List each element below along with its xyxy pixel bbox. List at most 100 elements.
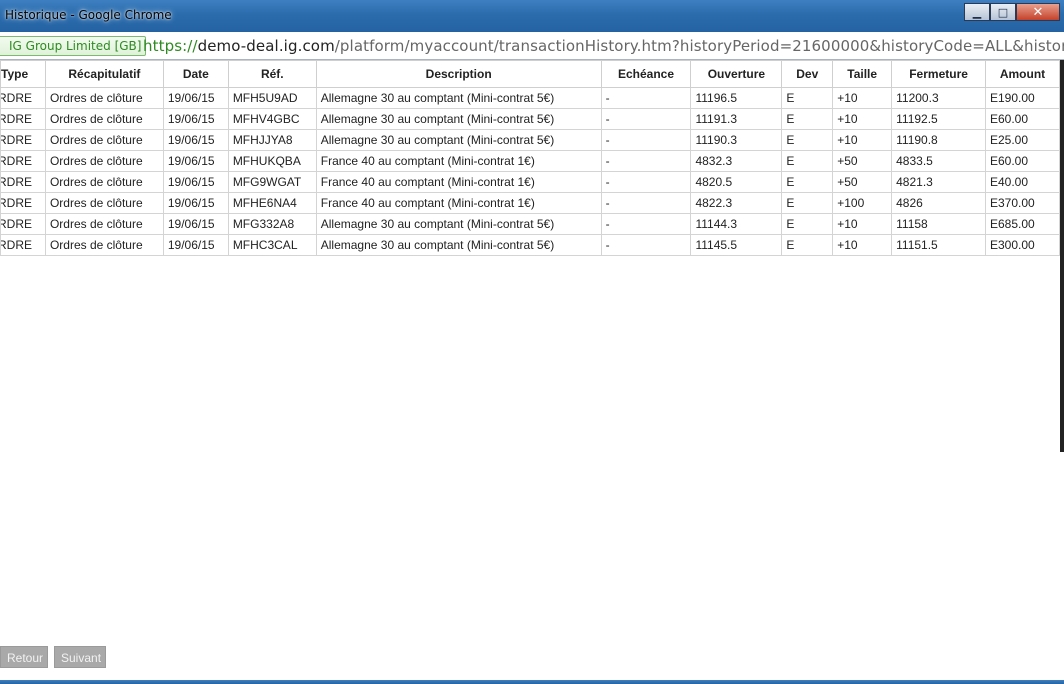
- cell-date: 19/06/15: [162, 87, 229, 109]
- window-edge: [1060, 60, 1064, 452]
- cell-taille: +100: [832, 192, 893, 214]
- cell-amount: E300.00: [985, 234, 1060, 256]
- cell-echeance: -: [600, 192, 692, 214]
- cell-fermeture: 11200.3: [891, 87, 986, 109]
- cell-ref: MFH5U9AD: [227, 87, 317, 109]
- cell-taille: +10: [832, 129, 893, 151]
- cell-echeance: -: [600, 234, 692, 256]
- table-row[interactable]: RDRE Ordres de clôture 19/06/15 MFHV4GBC All…: [0, 108, 1060, 130]
- column-header-amount: Amount: [985, 60, 1060, 88]
- url-path: /platform/myaccount/transactionHistory.h…: [334, 37, 1064, 55]
- cell-dev: E: [781, 87, 834, 109]
- column-header-fermeture: Fermeture: [891, 60, 986, 88]
- cell-type: RDRE: [0, 192, 46, 214]
- table-row[interactable]: RDRE Ordres de clôture 19/06/15 MFH5U9AD All…: [0, 87, 1060, 109]
- table-row[interactable]: RDRE Ordres de clôture 19/06/15 MFHUKQBA Fra…: [0, 150, 1060, 172]
- cell-fermeture: 11190.8: [891, 129, 986, 151]
- cell-type: RDRE: [0, 150, 46, 172]
- window-bottom-border: [0, 680, 1064, 684]
- cell-taille: +10: [832, 87, 893, 109]
- cell-ouverture: 4820.5: [690, 171, 783, 193]
- column-header-ouverture: Ouverture: [690, 60, 783, 88]
- cell-description: Allemagne 30 au comptant (Mini-contrat 5…: [315, 234, 602, 256]
- cell-dev: E: [781, 171, 834, 193]
- cell-fermeture: 11158: [891, 213, 986, 235]
- column-header-ref: Réf.: [227, 60, 317, 88]
- column-header-description: Description: [315, 60, 602, 88]
- cell-description: Allemagne 30 au comptant (Mini-contrat 5…: [315, 87, 602, 109]
- ev-certificate-badge[interactable]: IG Group Limited [GB]: [0, 36, 147, 56]
- cell-ouverture: 11144.3: [690, 213, 783, 235]
- column-header-type: Type: [0, 60, 46, 88]
- transaction-history-table: Type Récapitulatif Date Réf. Description Eché…: [0, 60, 1060, 256]
- cell-taille: +10: [832, 213, 893, 235]
- cell-taille: +50: [832, 150, 893, 172]
- cell-ouverture: 4822.3: [690, 192, 783, 214]
- cell-description: Allemagne 30 au comptant (Mini-contrat 5…: [315, 129, 602, 151]
- column-header-date: Date: [162, 60, 229, 88]
- cell-ouverture: 11191.3: [690, 108, 783, 130]
- cell-ouverture: 4832.3: [690, 150, 783, 172]
- cell-echeance: -: [600, 108, 692, 130]
- cell-amount: E190.00: [985, 87, 1060, 109]
- cell-dev: E: [781, 213, 834, 235]
- cell-recapitulatif: Ordres de clôture: [44, 129, 164, 151]
- window-titlebar[interactable]: Historique - Google Chrome ▁ □ ✕: [0, 0, 1064, 32]
- table-row[interactable]: RDRE Ordres de clôture 19/06/15 MFHE6NA4 Fra…: [0, 192, 1060, 214]
- transaction-history-table-wrap: Type Récapitulatif Date Réf. Description Eché…: [0, 60, 1060, 256]
- cell-ref: MFHV4GBC: [227, 108, 317, 130]
- cell-date: 19/06/15: [162, 108, 229, 130]
- table-row[interactable]: RDRE Ordres de clôture 19/06/15 MFHC3CAL All…: [0, 234, 1060, 256]
- cell-ouverture: 11196.5: [690, 87, 783, 109]
- cell-date: 19/06/15: [162, 129, 229, 151]
- cell-ref: MFHE6NA4: [227, 192, 317, 214]
- cell-date: 19/06/15: [162, 192, 229, 214]
- cell-fermeture: 4826: [891, 192, 986, 214]
- cell-dev: E: [781, 129, 834, 151]
- cell-echeance: -: [600, 150, 692, 172]
- minimize-button[interactable]: ▁: [964, 3, 990, 21]
- cell-ref: MFHUKQBA: [227, 150, 317, 172]
- cell-ouverture: 11145.5: [690, 234, 783, 256]
- cell-dev: E: [781, 150, 834, 172]
- cell-type: RDRE: [0, 87, 46, 109]
- cell-amount: E685.00: [985, 213, 1060, 235]
- cell-description: Allemagne 30 au comptant (Mini-contrat 5…: [315, 108, 602, 130]
- cell-amount: E60.00: [985, 150, 1060, 172]
- cell-type: RDRE: [0, 213, 46, 235]
- cell-date: 19/06/15: [162, 150, 229, 172]
- close-button[interactable]: ✕: [1016, 3, 1060, 21]
- cell-amount: E370.00: [985, 192, 1060, 214]
- cell-ouverture: 11190.3: [690, 129, 783, 151]
- cell-recapitulatif: Ordres de clôture: [44, 108, 164, 130]
- table-row[interactable]: RDRE Ordres de clôture 19/06/15 MFHJJYA8 All…: [0, 129, 1060, 151]
- address-bar[interactable]: IG Group Limited [GB] https://demo-deal.…: [0, 32, 1064, 60]
- cell-date: 19/06/15: [162, 171, 229, 193]
- url-host: demo-deal.ig.com: [197, 37, 335, 55]
- cell-echeance: -: [600, 213, 692, 235]
- column-header-taille: Taille: [832, 60, 893, 88]
- cell-description: France 40 au comptant (Mini-contrat 1€): [315, 192, 602, 214]
- cell-description: Allemagne 30 au comptant (Mini-contrat 5…: [315, 213, 602, 235]
- suivant-button[interactable]: Suivant: [54, 646, 106, 668]
- cell-ref: MFG332A8: [227, 213, 317, 235]
- column-header-recapitulatif: Récapitulatif: [44, 60, 164, 88]
- table-row[interactable]: RDRE Ordres de clôture 19/06/15 MFG9WGAT Fra…: [0, 171, 1060, 193]
- cell-fermeture: 11192.5: [891, 108, 986, 130]
- cell-date: 19/06/15: [162, 213, 229, 235]
- cell-type: RDRE: [0, 108, 46, 130]
- window-controls: ▁ □ ✕: [964, 3, 1060, 21]
- cell-amount: E60.00: [985, 108, 1060, 130]
- cell-recapitulatif: Ordres de clôture: [44, 234, 164, 256]
- url-scheme: https://: [143, 37, 198, 55]
- maximize-button[interactable]: □: [990, 3, 1016, 21]
- table-row[interactable]: RDRE Ordres de clôture 19/06/15 MFG332A8 All…: [0, 213, 1060, 235]
- cell-type: RDRE: [0, 171, 46, 193]
- url-text[interactable]: https://demo-deal.ig.com/platform/myacco…: [143, 37, 1064, 55]
- retour-button[interactable]: Retour: [0, 646, 48, 668]
- cell-recapitulatif: Ordres de clôture: [44, 171, 164, 193]
- cell-recapitulatif: Ordres de clôture: [44, 150, 164, 172]
- cell-dev: E: [781, 234, 834, 256]
- cell-echeance: -: [600, 87, 692, 109]
- cell-amount: E40.00: [985, 171, 1060, 193]
